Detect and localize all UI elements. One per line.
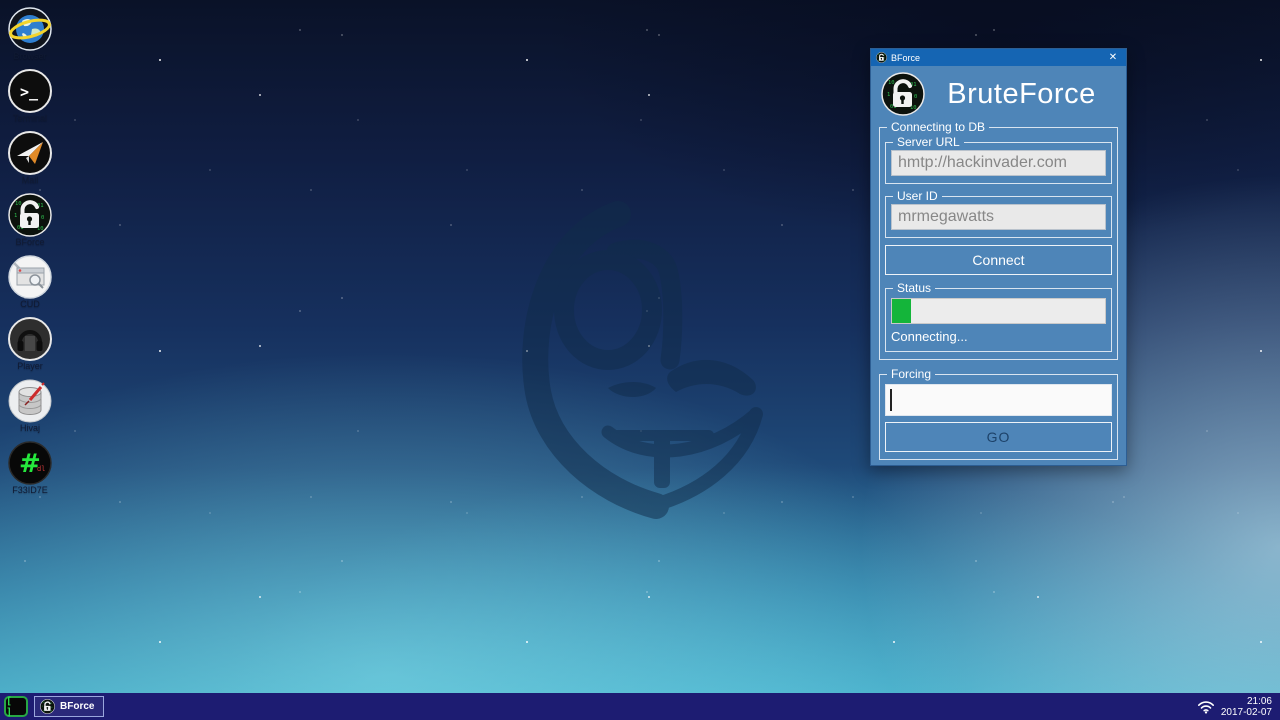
- user-id-input[interactable]: [891, 204, 1106, 230]
- taskbar-item-label: BForce: [60, 701, 95, 712]
- svg-text:1: 1: [42, 706, 43, 708]
- go-button[interactable]: GO: [885, 422, 1112, 452]
- desktop-background: Browser >_ Terminal Mail 10 01 1 0 01 10…: [0, 0, 1280, 720]
- desktop-icon-hivaj[interactable]: Hivaj: [5, 379, 55, 433]
- svg-text:>_: >_: [20, 83, 39, 101]
- svg-text:10: 10: [15, 201, 22, 207]
- user-id-group: User ID: [885, 189, 1112, 238]
- bruteforce-logo-icon: 10 01 1 0 01 10: [881, 72, 925, 116]
- svg-text:0: 0: [41, 215, 44, 221]
- desktop-icon-label: F33ID7E: [12, 485, 48, 495]
- start-button[interactable]: [ ]: [4, 696, 28, 718]
- svg-text:10: 10: [42, 702, 44, 704]
- svg-text:1: 1: [14, 213, 17, 219]
- window-titlebar[interactable]: 10 01 1 0 01 10 BForce ✕: [871, 49, 1126, 66]
- connecting-to-db-label: Connecting to DB: [891, 120, 986, 134]
- desktop-icon-label: Mail: [21, 175, 39, 185]
- user-id-label: User ID: [897, 189, 938, 203]
- close-icon[interactable]: ✕: [1105, 49, 1121, 66]
- progress-fill: [892, 299, 912, 323]
- desktop-icon-label: Browser: [13, 51, 47, 61]
- svg-text:10: 10: [888, 80, 895, 86]
- forcing-group: Forcing GO: [879, 367, 1118, 460]
- window-title: BForce: [891, 52, 921, 63]
- window-titlebar-padlock-icon: 10 01 1 0 01 10: [876, 52, 887, 63]
- desktop-icon-label: Hivaj: [19, 423, 40, 433]
- connecting-to-db-group: Connecting to DB Server URL User ID Conn…: [879, 120, 1118, 360]
- taskbar-padlock-icon: 10 01 1 0 01 10: [40, 699, 55, 714]
- text-caret: [890, 389, 892, 411]
- window-magnifier-icon: [8, 255, 52, 299]
- hash-icon: # dl: [8, 441, 52, 485]
- status-group: Status Connecting...: [885, 281, 1112, 352]
- desktop-icon-cud[interactable]: CUD: [5, 255, 55, 309]
- svg-text:#: #: [19, 449, 41, 479]
- status-label: Status: [897, 281, 932, 295]
- desktop-icon-column: Browser >_ Terminal Mail 10 01 1 0 01 10…: [5, 7, 55, 503]
- svg-text:0: 0: [51, 707, 52, 709]
- svg-text:dl: dl: [37, 465, 45, 473]
- globe-icon: [8, 7, 52, 51]
- server-url-input[interactable]: [891, 150, 1106, 176]
- forcing-input[interactable]: [885, 384, 1112, 416]
- desktop-icon-browser[interactable]: Browser: [5, 7, 55, 61]
- desktop-icon-label: BForce: [15, 237, 45, 247]
- app-title: BruteForce: [947, 77, 1096, 110]
- taskbar: [ ] 10 01 1 0 01 10 BForce 21:06 2017-02-07: [0, 693, 1280, 720]
- padlock-icon: 10 01 1 0 01 10: [8, 193, 52, 237]
- desktop-icon-label: Player: [17, 361, 43, 371]
- svg-text:0: 0: [914, 94, 917, 100]
- clock-date: 2017-02-07: [1220, 706, 1272, 718]
- desktop-icon-player[interactable]: Player: [5, 317, 55, 371]
- database-syringe-icon: [8, 379, 52, 423]
- taskbar-clock[interactable]: 21:06 2017-02-07: [1221, 696, 1272, 718]
- status-text: Connecting...: [891, 329, 968, 344]
- desktop-icon-mail[interactable]: Mail: [5, 131, 55, 185]
- clock-time: 21:06: [1246, 695, 1272, 707]
- desktop-icon-label: Terminal: [12, 113, 47, 123]
- anonymous-mask-watermark: [522, 201, 763, 519]
- svg-text:10: 10: [50, 711, 52, 713]
- svg-text:1: 1: [887, 92, 890, 98]
- wifi-icon[interactable]: [1197, 699, 1215, 715]
- desktop-icon-bforce[interactable]: 10 01 1 0 01 10 BForce: [5, 193, 55, 247]
- headphones-icon: [8, 317, 52, 361]
- forcing-label: Forcing: [891, 367, 932, 381]
- desktop-icon-label: CUD: [20, 299, 40, 309]
- terminal-icon: >_: [8, 69, 52, 113]
- server-url-label: Server URL: [897, 135, 960, 149]
- bforce-window: 10 01 1 0 01 10 BForce ✕ 10 01 1 0 01 10 BruteFo…: [870, 48, 1127, 466]
- server-url-group: Server URL: [885, 135, 1112, 184]
- desktop-icon-terminal[interactable]: >_ Terminal: [5, 69, 55, 123]
- progress-bar: [891, 298, 1106, 324]
- desktop-icon-f33id7e[interactable]: # dl F33ID7E: [5, 441, 55, 495]
- connect-button[interactable]: Connect: [885, 245, 1112, 275]
- paper-plane-icon: [8, 131, 52, 175]
- taskbar-item-bforce[interactable]: 10 01 1 0 01 10 BForce: [34, 696, 105, 717]
- app-header: 10 01 1 0 01 10 BruteForce: [871, 66, 1126, 120]
